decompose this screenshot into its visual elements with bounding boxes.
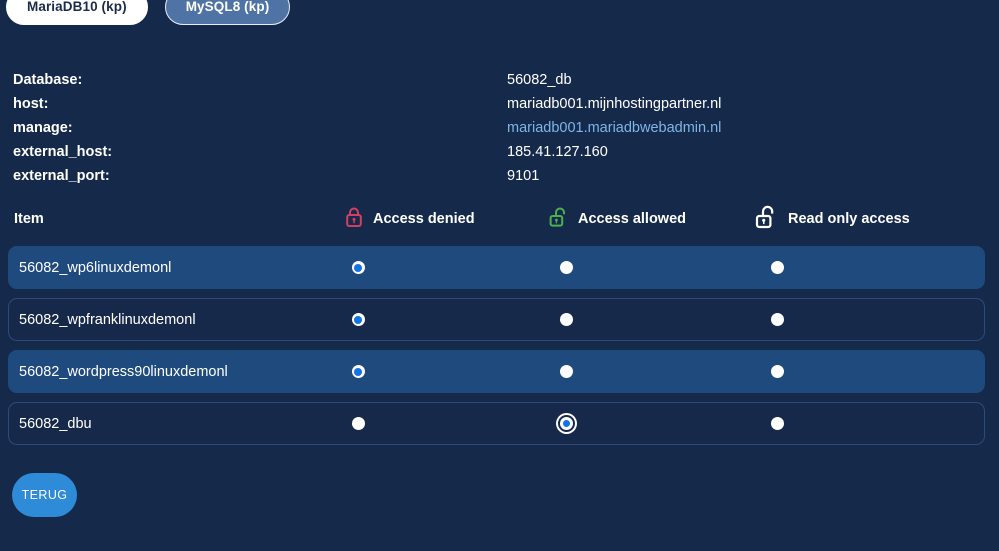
table-row[interactable]: 56082_dbu <box>8 402 985 445</box>
info-value-manage-link[interactable]: mariadb001.mariadbwebadmin.nl <box>507 116 721 140</box>
row-label: 56082_dbu <box>19 415 92 432</box>
info-label-manage: manage: <box>13 120 73 136</box>
lock-open-icon <box>549 206 569 232</box>
info-value-external-port: 9101 <box>507 168 540 184</box>
row-label: 56082_wp6linuxdemonl <box>19 259 172 276</box>
info-value-external-host: 185.41.127.160 <box>507 144 608 160</box>
database-tabs: MariaDB10 (kp) MySQL8 (kp) <box>6 0 291 26</box>
column-header-access-allowed-label: Access allowed <box>578 211 686 227</box>
radio-cell-read-only-access[interactable] <box>762 247 792 288</box>
radio-cell-access-allowed[interactable] <box>551 351 581 392</box>
info-label-database: Database: <box>13 72 83 88</box>
column-header-access-denied: Access denied <box>344 206 475 232</box>
table-row[interactable]: 56082_wpfranklinuxdemonl <box>8 298 985 341</box>
back-button[interactable]: TERUG <box>12 473 77 517</box>
table-row[interactable]: 56082_wp6linuxdemonl <box>8 246 985 289</box>
info-row-database: Database: 56082_db <box>13 68 973 92</box>
column-header-read-only-access: Read only access <box>755 204 910 234</box>
lock-closed-icon <box>344 206 364 232</box>
radio-cell-access-allowed[interactable] <box>551 299 581 340</box>
radio-cell-access-denied[interactable] <box>343 351 373 392</box>
column-header-access-allowed: Access allowed <box>549 206 686 232</box>
info-value-host: mariadb001.mijnhostingpartner.nl <box>507 96 722 112</box>
row-label: 56082_wpfranklinuxdemonl <box>19 311 196 328</box>
radio-read-only-access[interactable] <box>770 365 784 378</box>
radio-cell-access-allowed[interactable] <box>551 247 581 288</box>
radio-access-denied[interactable] <box>351 365 365 378</box>
radio-cell-access-allowed[interactable] <box>551 403 581 444</box>
tab-mariadb10-label: MariaDB10 (kp) <box>27 0 127 14</box>
radio-cell-access-denied[interactable] <box>343 299 373 340</box>
info-row-host: host: mariadb001.mijnhostingpartner.nl <box>13 92 973 116</box>
radio-cell-access-denied[interactable] <box>343 247 373 288</box>
radio-cell-read-only-access[interactable] <box>762 351 792 392</box>
column-header-read-only-access-label: Read only access <box>788 211 910 227</box>
row-label: 56082_wordpress90linuxdemonl <box>19 363 228 380</box>
info-row-external-port: external_port: 9101 <box>13 164 973 188</box>
radio-access-denied[interactable] <box>351 417 365 430</box>
info-label-external-host: external_host: <box>13 144 113 160</box>
info-row-manage: manage: mariadb001.mariadbwebadmin.nl <box>13 116 973 140</box>
permissions-table-header: Item Access denied Access allowed Read o… <box>0 204 999 234</box>
table-row[interactable]: 56082_wordpress90linuxdemonl <box>8 350 985 393</box>
radio-access-allowed[interactable] <box>559 261 573 274</box>
radio-access-allowed[interactable] <box>559 313 573 326</box>
column-header-item: Item <box>14 211 44 227</box>
radio-cell-read-only-access[interactable] <box>762 299 792 340</box>
radio-read-only-access[interactable] <box>770 261 784 274</box>
lock-open-icon <box>755 204 779 234</box>
database-info: Database: 56082_db host: mariadb001.mijn… <box>13 68 973 188</box>
radio-access-allowed[interactable] <box>559 365 573 378</box>
info-label-host: host: <box>13 96 49 112</box>
radio-access-denied[interactable] <box>351 261 365 274</box>
radio-read-only-access[interactable] <box>770 417 784 430</box>
info-label-external-port: external_port: <box>13 168 110 184</box>
permissions-table-body: 56082_wp6linuxdemonl 56082_wpfranklinuxd… <box>8 246 985 454</box>
radio-access-denied[interactable] <box>351 313 365 326</box>
tab-mariadb10[interactable]: MariaDB10 (kp) <box>6 0 148 26</box>
tab-mysql8-label: MySQL8 (kp) <box>185 0 270 14</box>
info-row-external-host: external_host: 185.41.127.160 <box>13 140 973 164</box>
info-value-database: 56082_db <box>507 72 572 88</box>
radio-cell-read-only-access[interactable] <box>762 403 792 444</box>
radio-cell-access-denied[interactable] <box>343 403 373 444</box>
radio-read-only-access[interactable] <box>770 313 784 326</box>
tab-mysql8[interactable]: MySQL8 (kp) <box>164 0 291 26</box>
column-header-access-denied-label: Access denied <box>373 211 475 227</box>
radio-access-allowed[interactable] <box>559 417 573 430</box>
